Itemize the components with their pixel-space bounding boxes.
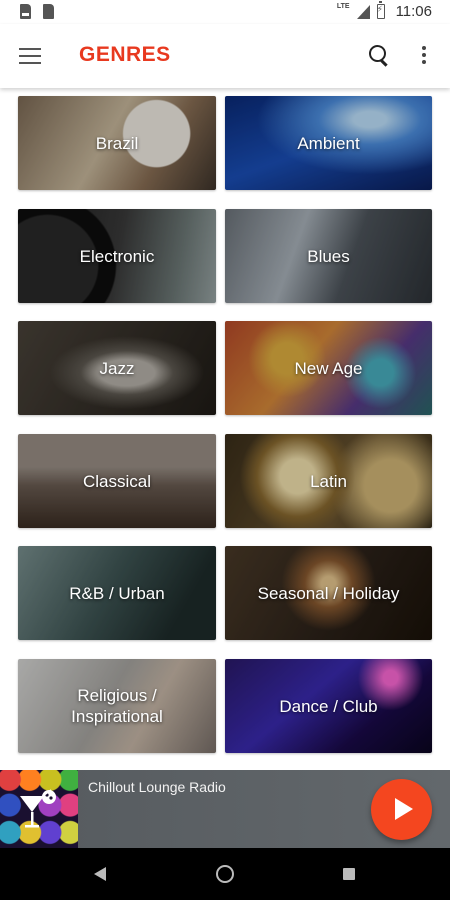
fm-radio-icon <box>20 4 31 19</box>
cocktail-icon <box>20 789 56 828</box>
recents-icon[interactable] <box>343 868 355 880</box>
genre-tile-dance-club[interactable]: Dance / Club <box>225 659 432 753</box>
battery-charging-icon <box>376 1 385 19</box>
genre-tile-latin[interactable]: Latin <box>225 434 432 528</box>
genre-tile-jazz[interactable]: Jazz <box>18 321 216 415</box>
station-artwork <box>0 770 78 848</box>
genre-tile-blues[interactable]: Blues <box>225 209 432 303</box>
genre-tile-seasonal-holiday[interactable]: Seasonal / Holiday <box>225 546 432 640</box>
system-icons: LTE 11:06 <box>336 1 432 20</box>
genre-label: Ambient <box>297 133 360 153</box>
sd-card-icon <box>43 4 54 19</box>
back-icon[interactable] <box>94 867 106 881</box>
mini-player[interactable]: Chillout Lounge Radio <box>0 770 450 848</box>
play-icon <box>395 798 413 820</box>
genre-tile-rnb-urban[interactable]: R&B / Urban <box>18 546 216 640</box>
genre-label: Classical <box>82 471 152 491</box>
signal-icon <box>356 4 370 19</box>
hamburger-menu-icon[interactable] <box>19 48 41 64</box>
genre-tile-ambient[interactable]: Ambient <box>225 96 432 190</box>
clock: 11:06 <box>395 3 432 20</box>
genre-tile-classical[interactable]: Classical <box>18 434 216 528</box>
genre-label: Blues <box>307 246 350 266</box>
genre-tile-brazil[interactable]: Brazil <box>18 96 216 190</box>
system-nav-bar <box>0 848 450 900</box>
genre-label: New Age <box>294 358 363 378</box>
genre-label: R&B / Urban <box>69 583 165 603</box>
play-button[interactable] <box>371 779 432 840</box>
genre-label: Jazz <box>99 358 135 378</box>
more-vert-icon[interactable] <box>422 46 428 66</box>
genre-tile-new-age[interactable]: New Age <box>225 321 432 415</box>
genre-label: Religious / Inspirational <box>71 686 163 726</box>
genre-grid: Brazil Ambient Electronic Blues Jazz New… <box>0 88 450 770</box>
lte-label: LTE <box>336 3 350 10</box>
genre-label: Brazil <box>95 133 139 153</box>
genre-tile-electronic[interactable]: Electronic <box>18 209 216 303</box>
app-bar: GENRES <box>0 24 450 88</box>
search-icon[interactable] <box>369 45 391 67</box>
notification-icons <box>20 4 54 19</box>
home-icon[interactable] <box>216 865 234 883</box>
genre-label: Seasonal / Holiday <box>257 583 400 603</box>
status-bar: LTE 11:06 <box>0 0 450 24</box>
genre-tile-religious-inspirational[interactable]: Religious / Inspirational <box>18 659 216 753</box>
genre-label: Dance / Club <box>279 696 378 716</box>
genre-label: Latin <box>310 471 347 491</box>
now-playing-station: Chillout Lounge Radio <box>88 779 226 795</box>
page-title: GENRES <box>79 43 171 66</box>
genre-label: Electronic <box>79 246 155 266</box>
